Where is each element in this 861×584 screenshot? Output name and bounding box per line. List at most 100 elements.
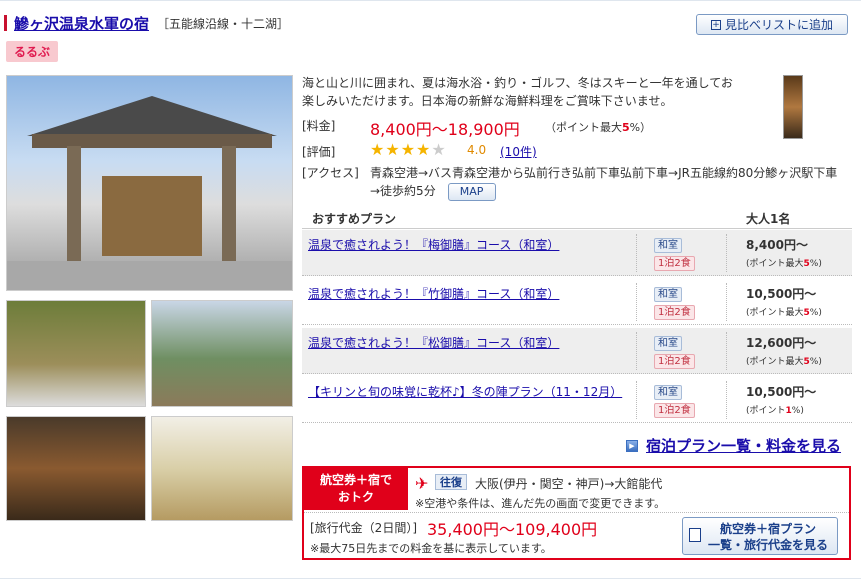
meals-badge: 1泊2食 xyxy=(654,354,695,369)
plan-table-header: おすすめプラン 大人1名 xyxy=(302,207,852,229)
all-plans-link-row[interactable]: ▶ 宿泊プラン一覧・料金を見る xyxy=(626,435,841,456)
header-price: 大人1名 xyxy=(746,212,791,226)
points-suffix: %) xyxy=(791,406,804,416)
roundtrip-badge: 往復 xyxy=(435,474,467,490)
points-prefix: （ポイント最大 xyxy=(545,121,622,134)
column-divider xyxy=(636,381,637,419)
meals-badge: 1泊2食 xyxy=(654,403,695,418)
points-prefix: (ポイント xyxy=(746,406,786,416)
price-range: 8,400円〜18,900円 xyxy=(370,120,520,139)
rating-value: 4.0 xyxy=(467,143,487,157)
room-type-badge: 和室 xyxy=(654,336,682,351)
plan-points: (ポイント最大5%) xyxy=(746,354,822,367)
points-suffix: %) xyxy=(809,357,822,367)
plan-price: 10,500円〜 xyxy=(746,385,817,399)
column-divider xyxy=(726,234,727,272)
flight-route: 大阪(伊丹・関空・神戸)→大館能代 xyxy=(475,477,663,491)
main-photo[interactable] xyxy=(6,75,293,291)
column-divider xyxy=(726,332,727,370)
plan-points: (ポイント最大5%) xyxy=(746,305,822,318)
bottom-border xyxy=(0,578,861,579)
plan-row: 【キリンと旬の味覚に乾杯♪】冬の陣プラン（11・12月） 和室 1泊2食 10,… xyxy=(302,377,852,423)
points-info: （ポイント最大5%） xyxy=(545,119,651,135)
access-text: 青森空港→バス青森空港から弘前行き弘前下車弘前下車→JR五能線約80分鯵ヶ沢駅下… xyxy=(370,166,838,198)
brand-badge: るるぶ xyxy=(6,41,58,62)
title-marker xyxy=(4,15,7,31)
points-suffix: %) xyxy=(809,259,822,269)
points-suffix: %) xyxy=(809,308,822,318)
divider xyxy=(304,512,849,513)
all-plans-link[interactable]: 宿泊プラン一覧・料金を見る xyxy=(646,435,841,456)
access-info: 青森空港→バス青森空港から弘前行き弘前下車弘前下車→JR五能線約80分鯵ヶ沢駅下… xyxy=(370,164,845,201)
plan-points: (ポイント最大5%) xyxy=(746,256,822,269)
meals-badge: 1泊2食 xyxy=(654,305,695,320)
access-label: [アクセス] xyxy=(302,166,359,180)
points-prefix: (ポイント最大 xyxy=(746,357,804,367)
plan-link[interactable]: 温泉で癒されよう！『梅御膳』コース（和室） xyxy=(308,236,559,253)
thumbnail-photo[interactable] xyxy=(151,416,293,521)
plan-link[interactable]: 【キリンと旬の味覚に乾杯♪】冬の陣プラン（11・12月） xyxy=(308,383,622,400)
column-divider xyxy=(636,234,637,272)
thumbnail-photo[interactable] xyxy=(151,300,293,407)
airplane-icon: ✈ xyxy=(415,474,429,493)
room-type-badge: 和室 xyxy=(654,287,682,302)
star-icon: ★ xyxy=(385,140,400,159)
rating-label: [評価] xyxy=(302,145,336,159)
thumbnail-photo[interactable] xyxy=(6,416,146,521)
points-value: 5 xyxy=(622,121,630,134)
points-suffix: %） xyxy=(629,121,652,134)
photo-ground xyxy=(7,261,292,290)
meals-badge: 1泊2食 xyxy=(654,256,695,271)
column-divider xyxy=(636,283,637,321)
air-package-tag: 航空券＋宿で おトク xyxy=(304,468,408,510)
review-count-link[interactable]: (10件) xyxy=(500,143,537,160)
add-to-compare-button[interactable]: + 見比べリストに追加 xyxy=(696,14,848,35)
photo-pillar xyxy=(222,146,236,266)
points-prefix: (ポイント最大 xyxy=(746,308,804,318)
plan-price: 12,600円〜 xyxy=(746,336,817,350)
air-button-line2: 一覧・旅行代金を見る xyxy=(707,538,828,552)
document-icon xyxy=(689,528,701,542)
column-divider xyxy=(636,332,637,370)
compare-label: 見比べリストに追加 xyxy=(724,18,833,32)
plan-link[interactable]: 温泉で癒されよう！『竹御膳』コース（和室） xyxy=(308,285,559,302)
plan-price: 10,500円〜 xyxy=(746,287,817,301)
photo-roof xyxy=(27,96,277,136)
air-tag-line2: おトク xyxy=(337,490,374,504)
star-empty-icon: ★ xyxy=(431,140,446,159)
points-prefix: (ポイント最大 xyxy=(746,259,804,269)
air-plans-button[interactable]: 航空券＋宿プラン 一覧・旅行代金を見る xyxy=(682,517,838,555)
photo-pillar xyxy=(67,146,81,266)
air-button-line1: 航空券＋宿プラン xyxy=(719,522,816,536)
plus-icon: + xyxy=(710,19,721,30)
airport-note: ※空港や条件は、進んだ先の画面で変更できます。 xyxy=(415,497,666,510)
star-icon: ★ xyxy=(370,140,385,159)
room-type-badge: 和室 xyxy=(654,385,682,400)
small-photo[interactable] xyxy=(783,75,803,139)
column-divider xyxy=(726,283,727,321)
title-bar: 鰺ヶ沢温泉水軍の宿 ［五能線沿線・十二湖］ xyxy=(4,13,289,33)
photo-entrance xyxy=(102,176,202,256)
map-button[interactable]: MAP xyxy=(447,182,496,201)
air-hotel-package-box: 航空券＋宿で おトク ✈ 往復 大阪(伊丹・関空・神戸)→大館能代 ※空港や条件… xyxy=(302,466,851,560)
air-tag-line1: 航空券＋宿で xyxy=(319,473,392,487)
star-icon: ★ xyxy=(400,140,416,159)
room-type-badge: 和室 xyxy=(654,238,682,253)
column-divider xyxy=(726,381,727,419)
price-label: [料金] xyxy=(302,119,336,133)
plan-price: 8,400円〜 xyxy=(746,238,808,252)
fare-note: ※最大75日先までの料金を基に表示しています。 xyxy=(310,542,552,555)
line-info: ［五能線沿線・十二湖］ xyxy=(157,16,290,31)
top-border xyxy=(0,0,861,8)
plan-row: 温泉で癒されよう！『松御膳』コース（和室） 和室 1泊2食 12,600円〜 (… xyxy=(302,328,852,374)
fare-label: [旅行代金（2日間）] xyxy=(310,521,417,535)
plan-points: (ポイント1%) xyxy=(746,403,804,416)
arrow-icon: ▶ xyxy=(626,439,638,452)
plan-link[interactable]: 温泉で癒されよう！『松御膳』コース（和室） xyxy=(308,334,559,351)
plan-row: 温泉で癒されよう！『竹御膳』コース（和室） 和室 1泊2食 10,500円〜 (… xyxy=(302,279,852,325)
hotel-name-link[interactable]: 鰺ヶ沢温泉水軍の宿 xyxy=(14,13,149,34)
fare-range: 35,400円〜109,400円 xyxy=(427,520,598,539)
thumbnail-photo[interactable] xyxy=(6,300,146,407)
header-plan: おすすめプラン xyxy=(312,212,397,226)
star-icon: ★ xyxy=(416,140,431,159)
